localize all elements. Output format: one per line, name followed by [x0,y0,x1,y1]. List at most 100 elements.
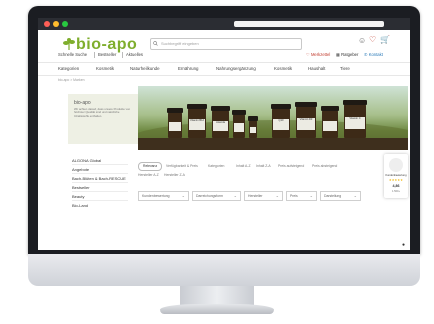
product-jar: Vitamin C [343,100,367,138]
chevron-down-icon: ⌄ [181,193,185,198]
jar-label: Vitamin D3 [297,118,315,130]
filter-dropdown[interactable]: Preis ⌄ [286,191,317,201]
jar-label [234,123,244,132]
main-navigation: Kategorien Kosmetik Naturheilkunde Ernäh… [38,62,410,76]
sidebar-item[interactable]: ALGONA Global [72,158,101,163]
ratgeber-link[interactable]: ▦ Ratgeber [336,52,358,57]
nav-item[interactable]: Naturheilkunde [130,66,160,71]
browser-toolbar [38,18,410,30]
sort-chip[interactable]: Inhalt A-Z [236,163,251,170]
sort-chip[interactable]: Hersteller Z-A [164,172,185,179]
monitor-stand-base [160,304,274,314]
divider [72,182,128,183]
filter-dropdown[interactable]: Darreichungsform ⌄ [192,191,241,201]
nav-item[interactable]: Kategorien [58,66,79,71]
user-icon[interactable]: ☺ [358,36,366,45]
divider [72,200,128,201]
sort-chip-active[interactable]: Relevanz [138,162,163,171]
jar-label: Acerola [213,120,228,131]
cart-icon[interactable]: 🛒 [380,35,390,44]
search-icon[interactable] [153,41,158,46]
accessibility-icon[interactable]: ● [402,242,405,248]
chevron-down-icon: ⌄ [353,193,357,198]
product-jar [167,108,183,138]
heart-icon: ♡ [306,52,310,57]
brand-info-box: bio-apo Wir achten darauf, dass unsere P… [68,94,138,144]
search-input[interactable]: Suchbegriff eingeben [150,38,302,50]
product-jar: Q10 [271,104,291,138]
wishlist-icon[interactable]: ♡ [369,35,376,44]
sort-chip[interactable]: Hersteller A-Z [138,172,159,179]
trust-badge[interactable]: Kundenbewertung ★★★★★ 4,86 1.500+ [384,154,408,198]
sidebar-item[interactable]: Beauty [72,194,84,199]
subnav-link-bestseller[interactable]: Bestseller [98,52,116,57]
sort-chip[interactable]: Preis aufsteigend [278,163,304,170]
close-window-button[interactable] [44,21,50,27]
filter-dropdown[interactable]: Hersteller ⌄ [244,191,283,201]
jar-label [169,121,181,132]
nav-item[interactable]: Haushalt [308,66,325,71]
minimize-window-button[interactable] [53,21,59,27]
trust-seal-icon [389,158,403,172]
nav-item[interactable]: Ernährung [178,66,199,71]
divider [72,191,128,192]
nav-item[interactable]: Nahrungsergänzung [216,66,256,71]
divider [94,52,95,58]
sort-chip[interactable]: Verfügbarkeit & Preis [166,163,198,170]
product-jar: Vitamin D3 [295,102,317,138]
trust-label: Kundenbewertung [385,174,407,177]
nav-item[interactable]: Kosmetik [96,66,114,71]
sidebar-item[interactable]: Bach-Blüten & Bach-RESCUE [72,176,126,181]
nav-item[interactable]: Tiere [340,66,350,71]
rating-stars: ★★★★★ [388,178,404,182]
subnav-link-schnelle-suche[interactable]: Schnelle Suche [58,52,87,57]
dropdown-label: Darreichungsform [196,194,223,198]
brand-info-description: Wir achten darauf, dass unsere Produkte … [74,107,131,118]
logo-text: bio-apo [76,36,138,53]
chevron-down-icon: ⌄ [309,193,313,198]
dropdown-label: Kundenbewertung [142,194,170,198]
filter-dropdown[interactable]: Kundenbewertung ⌄ [138,191,189,201]
filter-dropdown[interactable]: Darstellung ⌄ [320,191,361,201]
dropdown-label: Hersteller [248,194,263,198]
monitor-stand-neck [180,286,254,306]
rating-count: 1.500+ [391,190,400,193]
sort-chip[interactable]: Inhalt Z-A [256,163,271,170]
product-jar: Acerola [211,106,230,138]
chevron-down-icon: ⌄ [275,193,279,198]
sidebar-item[interactable]: Bestseller [72,185,90,190]
chevron-down-icon: ⌄ [233,193,237,198]
sort-chip[interactable]: Preis absteigend [312,163,337,170]
divider [72,164,128,165]
subnav-link-aktuelles[interactable]: Aktuelles [126,52,143,57]
divider [72,173,128,174]
divider [122,52,123,58]
product-jar [248,116,258,138]
nav-item[interactable]: Kosmetik [274,66,292,71]
kontakt-link[interactable]: ✆ Kontakt [364,52,383,57]
merkzettel-link[interactable]: ♡ Merkzettel [306,52,330,57]
leaf-icon [63,38,75,50]
product-jar: Vitamin B12 [187,104,207,138]
kontakt-label: Kontakt [368,52,383,57]
jar-label [250,126,256,134]
sort-chip[interactable]: Kategorien [208,163,224,170]
jar-label [323,120,337,131]
product-jar [232,110,246,138]
book-icon: ▦ [336,52,340,57]
jar-label: Vitamin C [345,116,365,130]
monitor-chin [28,254,420,286]
product-jar [321,106,339,138]
dropdown-label: Darstellung [324,194,342,198]
maximize-window-button[interactable] [62,21,68,27]
address-bar[interactable] [234,21,384,27]
dropdown-label: Preis [290,194,298,198]
screen: bio-apo Suchbegriff eingeben ☺ ♡ 🛒 Schne… [38,18,410,250]
chat-icon: ✆ [364,52,368,57]
brand-info-title: bio-apo [74,100,91,106]
sidebar-item[interactable]: Angebote [72,167,89,172]
monitor: bio-apo Suchbegriff eingeben ☺ ♡ 🛒 Schne… [28,6,420,286]
sidebar-item[interactable]: Bio-Land [72,203,88,208]
breadcrumb[interactable]: bio-apo > Marken [58,78,84,82]
merkzettel-label: Merkzettel [310,52,331,57]
